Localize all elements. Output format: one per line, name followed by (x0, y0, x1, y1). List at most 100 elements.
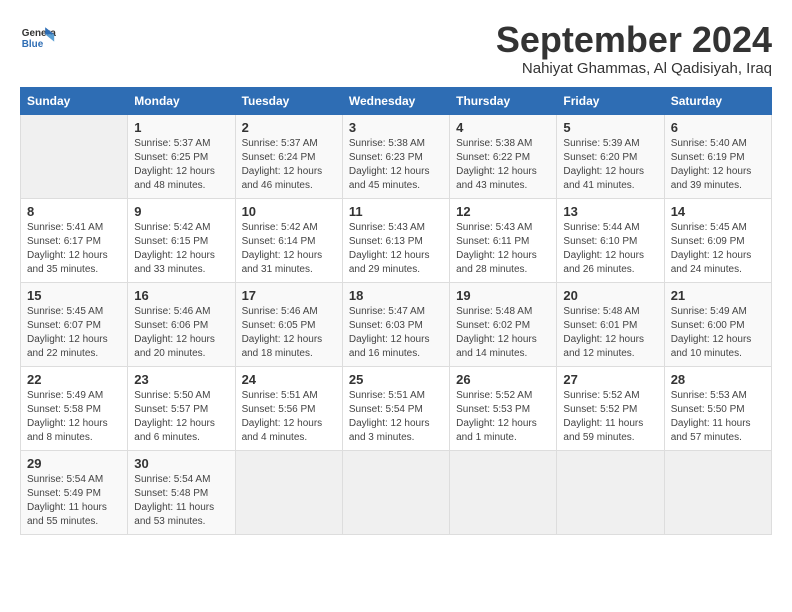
cell-info: Sunrise: 5:43 AM Sunset: 6:13 PM Dayligh… (349, 221, 443, 277)
day-number: 10 (242, 204, 336, 219)
cell-info: Sunrise: 5:37 AM Sunset: 6:24 PM Dayligh… (242, 137, 336, 193)
title-area: September 2024 Nahiyat Ghammas, Al Qadis… (496, 20, 772, 77)
calendar-cell (235, 450, 342, 534)
header-cell-friday: Friday (557, 87, 664, 114)
cell-info: Sunrise: 5:48 AM Sunset: 6:02 PM Dayligh… (456, 305, 550, 361)
cell-info: Sunrise: 5:38 AM Sunset: 6:23 PM Dayligh… (349, 137, 443, 193)
cell-info: Sunrise: 5:44 AM Sunset: 6:10 PM Dayligh… (563, 221, 657, 277)
calendar-cell (450, 450, 557, 534)
calendar-cell: 23 Sunrise: 5:50 AM Sunset: 5:57 PM Dayli… (128, 366, 235, 450)
header-cell-sunday: Sunday (21, 87, 128, 114)
cell-info: Sunrise: 5:46 AM Sunset: 6:05 PM Dayligh… (242, 305, 336, 361)
day-number: 2 (242, 120, 336, 135)
calendar-cell: 17 Sunrise: 5:46 AM Sunset: 6:05 PM Dayli… (235, 282, 342, 366)
calendar-cell: 1 Sunrise: 5:37 AM Sunset: 6:25 PM Daylig… (128, 114, 235, 198)
calendar-cell (664, 450, 771, 534)
cell-info: Sunrise: 5:42 AM Sunset: 6:14 PM Dayligh… (242, 221, 336, 277)
cell-info: Sunrise: 5:51 AM Sunset: 5:56 PM Dayligh… (242, 389, 336, 445)
day-number: 24 (242, 372, 336, 387)
calendar-cell: 3 Sunrise: 5:38 AM Sunset: 6:23 PM Daylig… (342, 114, 449, 198)
day-number: 1 (134, 120, 228, 135)
cell-info: Sunrise: 5:50 AM Sunset: 5:57 PM Dayligh… (134, 389, 228, 445)
day-number: 19 (456, 288, 550, 303)
cell-info: Sunrise: 5:45 AM Sunset: 6:09 PM Dayligh… (671, 221, 765, 277)
calendar-cell (342, 450, 449, 534)
calendar-cell: 10 Sunrise: 5:42 AM Sunset: 6:14 PM Dayli… (235, 198, 342, 282)
day-number: 14 (671, 204, 765, 219)
cell-info: Sunrise: 5:53 AM Sunset: 5:50 PM Dayligh… (671, 389, 765, 445)
calendar-cell: 21 Sunrise: 5:49 AM Sunset: 6:00 PM Dayli… (664, 282, 771, 366)
svg-text:Blue: Blue (22, 39, 44, 50)
day-number: 25 (349, 372, 443, 387)
header-cell-saturday: Saturday (664, 87, 771, 114)
calendar-cell: 25Sunrise: 5:51 AM Sunset: 5:54 PM Dayli… (342, 366, 449, 450)
day-number: 29 (27, 456, 121, 471)
cell-info: Sunrise: 5:49 AM Sunset: 6:00 PM Dayligh… (671, 305, 765, 361)
header-cell-tuesday: Tuesday (235, 87, 342, 114)
calendar-cell: 9 Sunrise: 5:42 AM Sunset: 6:15 PM Daylig… (128, 198, 235, 282)
calendar-cell: 28 Sunrise: 5:53 AM Sunset: 5:50 PM Dayli… (664, 366, 771, 450)
calendar-cell: 12 Sunrise: 5:43 AM Sunset: 6:11 PM Dayli… (450, 198, 557, 282)
day-number: 20 (563, 288, 657, 303)
week-row-3: 15Sunrise: 5:45 AM Sunset: 6:07 PM Dayli… (21, 282, 772, 366)
day-number: 6 (671, 120, 765, 135)
main-title: September 2024 (496, 20, 772, 60)
calendar-cell: 26 Sunrise: 5:52 AM Sunset: 5:53 PM Dayli… (450, 366, 557, 450)
cell-info: Sunrise: 5:39 AM Sunset: 6:20 PM Dayligh… (563, 137, 657, 193)
day-number: 26 (456, 372, 550, 387)
week-row-2: 8 Sunrise: 5:41 AM Sunset: 6:17 PM Daylig… (21, 198, 772, 282)
cell-info: Sunrise: 5:52 AM Sunset: 5:52 PM Dayligh… (563, 389, 657, 445)
day-number: 8 (27, 204, 121, 219)
calendar-cell: 4 Sunrise: 5:38 AM Sunset: 6:22 PM Daylig… (450, 114, 557, 198)
cell-info: Sunrise: 5:54 AM Sunset: 5:48 PM Dayligh… (134, 473, 228, 529)
calendar-cell: 2 Sunrise: 5:37 AM Sunset: 6:24 PM Daylig… (235, 114, 342, 198)
day-number: 21 (671, 288, 765, 303)
day-number: 30 (134, 456, 228, 471)
day-number: 17 (242, 288, 336, 303)
calendar-header-row: SundayMondayTuesdayWednesdayThursdayFrid… (21, 87, 772, 114)
day-number: 13 (563, 204, 657, 219)
header-cell-monday: Monday (128, 87, 235, 114)
header-cell-wednesday: Wednesday (342, 87, 449, 114)
cell-info: Sunrise: 5:42 AM Sunset: 6:15 PM Dayligh… (134, 221, 228, 277)
day-number: 12 (456, 204, 550, 219)
cell-info: Sunrise: 5:54 AM Sunset: 5:49 PM Dayligh… (27, 473, 121, 529)
cell-info: Sunrise: 5:41 AM Sunset: 6:17 PM Dayligh… (27, 221, 121, 277)
calendar-cell: 5 Sunrise: 5:39 AM Sunset: 6:20 PM Daylig… (557, 114, 664, 198)
logo: General Blue (20, 20, 56, 56)
cell-info: Sunrise: 5:49 AM Sunset: 5:58 PM Dayligh… (27, 389, 121, 445)
calendar-cell: 16Sunrise: 5:46 AM Sunset: 6:06 PM Dayli… (128, 282, 235, 366)
day-number: 23 (134, 372, 228, 387)
calendar-cell: 11Sunrise: 5:43 AM Sunset: 6:13 PM Dayli… (342, 198, 449, 282)
logo-icon: General Blue (20, 20, 56, 56)
day-number: 4 (456, 120, 550, 135)
header-cell-thursday: Thursday (450, 87, 557, 114)
day-number: 28 (671, 372, 765, 387)
calendar-cell: 8 Sunrise: 5:41 AM Sunset: 6:17 PM Daylig… (21, 198, 128, 282)
day-number: 15 (27, 288, 121, 303)
week-row-1: 1 Sunrise: 5:37 AM Sunset: 6:25 PM Daylig… (21, 114, 772, 198)
day-number: 5 (563, 120, 657, 135)
calendar-cell: 19 Sunrise: 5:48 AM Sunset: 6:02 PM Dayli… (450, 282, 557, 366)
calendar-cell: 30 Sunrise: 5:54 AM Sunset: 5:48 PM Dayli… (128, 450, 235, 534)
cell-info: Sunrise: 5:40 AM Sunset: 6:19 PM Dayligh… (671, 137, 765, 193)
calendar-cell: 15Sunrise: 5:45 AM Sunset: 6:07 PM Dayli… (21, 282, 128, 366)
calendar-cell: 13 Sunrise: 5:44 AM Sunset: 6:10 PM Dayli… (557, 198, 664, 282)
day-number: 9 (134, 204, 228, 219)
calendar-cell: 22Sunrise: 5:49 AM Sunset: 5:58 PM Dayli… (21, 366, 128, 450)
cell-info: Sunrise: 5:37 AM Sunset: 6:25 PM Dayligh… (134, 137, 228, 193)
cell-info: Sunrise: 5:47 AM Sunset: 6:03 PM Dayligh… (349, 305, 443, 361)
calendar-cell: 18Sunrise: 5:47 AM Sunset: 6:03 PM Dayli… (342, 282, 449, 366)
calendar-cell: 24 Sunrise: 5:51 AM Sunset: 5:56 PM Dayli… (235, 366, 342, 450)
header: General Blue September 2024 Nahiyat Gham… (20, 20, 772, 77)
day-number: 27 (563, 372, 657, 387)
calendar-cell: 6 Sunrise: 5:40 AM Sunset: 6:19 PM Daylig… (664, 114, 771, 198)
calendar-cell: 29 Sunrise: 5:54 AM Sunset: 5:49 PM Dayli… (21, 450, 128, 534)
cell-info: Sunrise: 5:43 AM Sunset: 6:11 PM Dayligh… (456, 221, 550, 277)
calendar-table: SundayMondayTuesdayWednesdayThursdayFrid… (20, 87, 772, 535)
calendar-cell: 27 Sunrise: 5:52 AM Sunset: 5:52 PM Dayli… (557, 366, 664, 450)
calendar-cell: 20Sunrise: 5:48 AM Sunset: 6:01 PM Dayli… (557, 282, 664, 366)
cell-info: Sunrise: 5:52 AM Sunset: 5:53 PM Dayligh… (456, 389, 550, 445)
day-number: 3 (349, 120, 443, 135)
cell-info: Sunrise: 5:38 AM Sunset: 6:22 PM Dayligh… (456, 137, 550, 193)
